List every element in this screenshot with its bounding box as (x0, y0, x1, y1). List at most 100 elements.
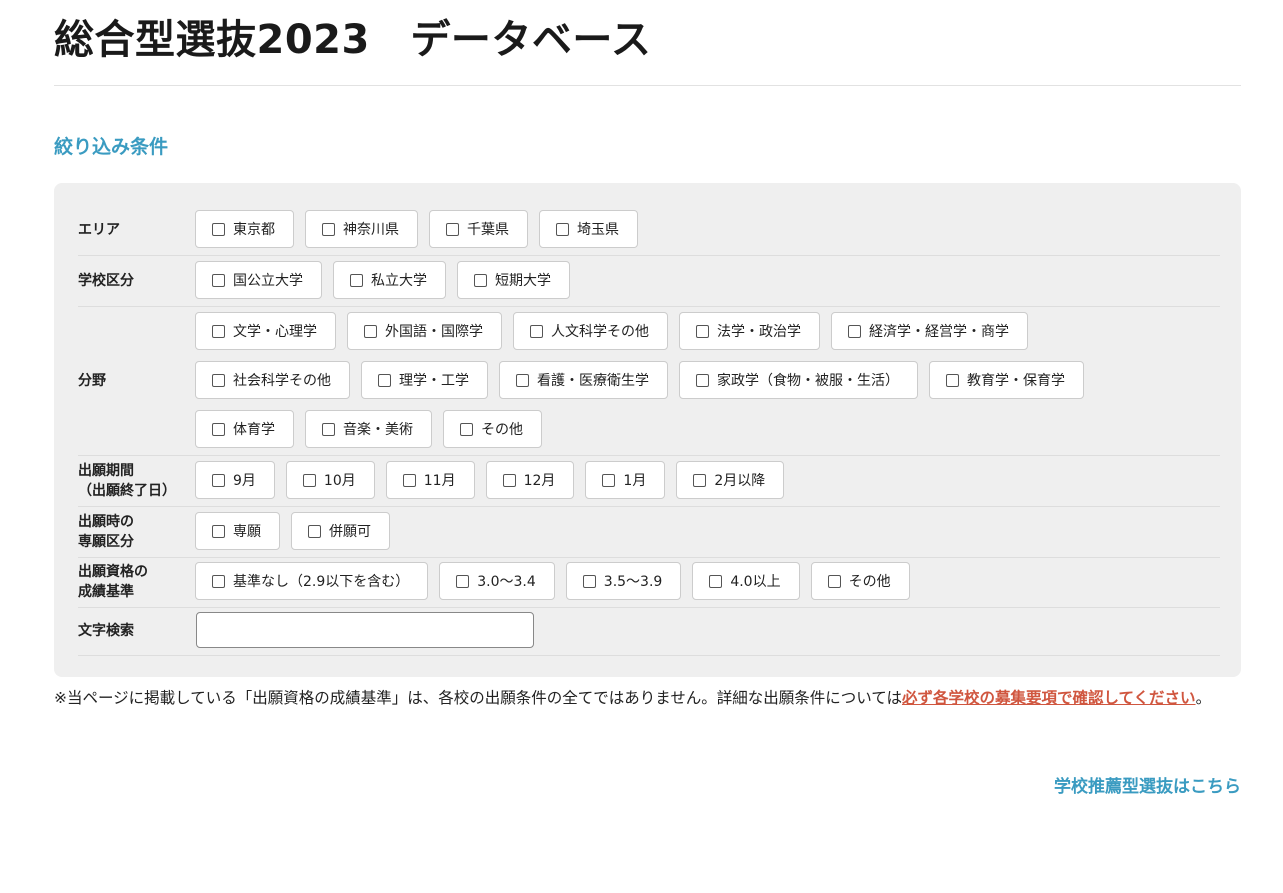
filter-option-line: 専願 併願可 (195, 512, 1220, 550)
page-title: 総合型選抜2023 データベース (54, 17, 652, 63)
checkbox-icon[interactable] (212, 473, 225, 487)
filter-option-label: 9月 (233, 473, 256, 489)
checkbox-icon[interactable] (946, 373, 959, 387)
filter-row-label: エリア (78, 205, 193, 255)
filter-checkbox-option[interactable]: 音楽・美術 (305, 410, 432, 448)
filter-checkbox-option[interactable]: 看護・医療衛生学 (499, 361, 668, 399)
filter-checkbox-option[interactable]: 体育学 (195, 410, 294, 448)
filter-checkbox-option[interactable]: 12月 (485, 461, 575, 499)
school-recommendation-link[interactable]: 学校推薦型選抜はこちら (1054, 772, 1241, 797)
filter-option-label: 経済学・経営学・商学 (869, 324, 1009, 340)
filter-row-label-line: 出願時の (78, 514, 134, 530)
checkbox-icon[interactable] (308, 524, 321, 538)
filter-option-label: 11月 (423, 473, 456, 489)
checkbox-icon[interactable] (696, 324, 709, 338)
filter-row-label: 分野 (78, 307, 193, 455)
filter-option-label: 看護・医療衛生学 (537, 373, 649, 389)
filter-row-label-line: エリア (78, 222, 120, 238)
checkbox-icon[interactable] (827, 574, 841, 588)
checkbox-icon[interactable] (322, 222, 335, 236)
filter-option-label: 千葉県 (467, 222, 509, 238)
filter-checkbox-option[interactable]: 2月以降 (676, 461, 785, 499)
filter-checkbox-option[interactable]: 神奈川県 (305, 210, 418, 248)
filter-row-options: 専願 併願可 (195, 507, 1220, 550)
filter-option-label: 文学・心理学 (233, 324, 317, 340)
checkbox-icon[interactable] (446, 222, 459, 236)
checkbox-icon[interactable] (516, 373, 529, 387)
filter-checkbox-option[interactable]: 教育学・保育学 (929, 361, 1084, 399)
checkbox-icon[interactable] (693, 473, 707, 487)
filter-option-label: 体育学 (233, 422, 275, 438)
checkbox-icon[interactable] (502, 473, 516, 487)
filter-checkbox-option[interactable]: その他 (443, 410, 542, 448)
filter-row-label-line: 出願期間 (78, 463, 134, 479)
checkbox-icon[interactable] (212, 524, 225, 538)
checkbox-icon[interactable] (709, 574, 723, 588)
filter-checkbox-option[interactable]: 短期大学 (457, 261, 570, 299)
checkbox-icon[interactable] (212, 324, 225, 338)
filter-checkbox-option[interactable]: 法学・政治学 (679, 312, 820, 350)
checkbox-icon[interactable] (212, 373, 225, 387)
filter-checkbox-option[interactable]: 理学・工学 (361, 361, 488, 399)
filter-checkbox-option[interactable]: 国公立大学 (195, 261, 322, 299)
checkbox-icon[interactable] (696, 373, 709, 387)
filter-checkbox-option[interactable]: 11月 (385, 461, 475, 499)
filter-row-options: 国公立大学 私立大学 短期大学 (195, 256, 1220, 299)
checkbox-icon[interactable] (364, 324, 377, 338)
checkbox-icon[interactable] (212, 222, 225, 236)
filter-checkbox-option[interactable]: 千葉県 (429, 210, 528, 248)
filter-checkbox-option[interactable]: 3.0〜3.4 (439, 562, 555, 600)
filter-row-label: 出願時の 専願区分 (78, 507, 193, 557)
text-search-input[interactable] (196, 612, 534, 648)
text-search-label-text: 文字検索 (78, 623, 134, 639)
filter-checkbox-option[interactable]: 1月 (585, 461, 666, 499)
filter-row-label-line: （出願終了日） (78, 483, 176, 499)
checkbox-icon[interactable] (556, 222, 569, 236)
filter-checkbox-option[interactable]: その他 (810, 562, 910, 600)
filter-checkbox-option[interactable]: 人文科学その他 (513, 312, 668, 350)
checkbox-icon[interactable] (322, 422, 335, 436)
checkbox-icon[interactable] (530, 324, 543, 338)
filter-checkbox-option[interactable]: 併願可 (291, 512, 390, 550)
checkbox-icon[interactable] (212, 422, 225, 436)
checkbox-icon[interactable] (848, 324, 861, 338)
filter-checkbox-option[interactable]: 専願 (195, 512, 280, 550)
filter-row-label: 出願資格の 成績基準 (78, 557, 193, 607)
title-divider (54, 85, 1241, 86)
notice-emphasis-link[interactable]: 必ず各学校の募集要項で確認してください (902, 689, 1196, 707)
filter-checkbox-option[interactable]: 文学・心理学 (195, 312, 336, 350)
filter-checkbox-option[interactable]: 基準なし（2.9以下を含む） (195, 562, 429, 600)
filter-row-field: 分野 文学・心理学 外国語・国際学 人文科学その他 法学・政治学 経済学・経営学・商学社… (78, 307, 1220, 456)
filter-checkbox-option[interactable]: 埼玉県 (539, 210, 638, 248)
filter-checkbox-option[interactable]: 東京都 (195, 210, 294, 248)
filter-checkbox-option[interactable]: 10月 (285, 461, 375, 499)
checkbox-icon[interactable] (456, 574, 470, 588)
filter-checkbox-option[interactable]: 3.5〜3.9 (565, 562, 682, 600)
checkbox-icon[interactable] (474, 273, 487, 287)
filter-checkbox-option[interactable]: 家政学（食物・被服・生活） (679, 361, 918, 399)
checkbox-icon[interactable] (582, 574, 596, 588)
checkbox-icon[interactable] (350, 273, 363, 287)
checkbox-icon[interactable] (378, 373, 391, 387)
filter-checkbox-option[interactable]: 外国語・国際学 (347, 312, 502, 350)
filter-checkbox-option[interactable]: 9月 (195, 461, 275, 499)
filter-checkbox-option[interactable]: 私立大学 (333, 261, 446, 299)
filter-heading: 絞り込み条件 (54, 136, 169, 158)
checkbox-icon[interactable] (302, 473, 316, 487)
filter-checkbox-option[interactable]: 社会科学その他 (195, 361, 350, 399)
filter-option-label: 私立大学 (371, 273, 427, 289)
checkbox-icon[interactable] (212, 273, 225, 287)
filter-checkbox-option[interactable]: 経済学・経営学・商学 (831, 312, 1028, 350)
filter-checkbox-option[interactable]: 4.0以上 (692, 562, 800, 600)
filter-option-label: 12月 (523, 473, 556, 489)
filter-option-line: 体育学 音楽・美術 その他 (195, 410, 1220, 448)
checkbox-icon[interactable] (212, 574, 225, 588)
filter-option-label: 東京都 (233, 222, 275, 238)
filter-row-label-text: 出願資格の 成績基準 (78, 562, 148, 602)
filter-row-label-line: 成績基準 (78, 584, 134, 600)
filter-option-label: 専願 (233, 524, 261, 540)
filter-row-label-line: 出願資格の (78, 564, 148, 580)
checkbox-icon[interactable] (402, 473, 416, 487)
checkbox-icon[interactable] (460, 422, 473, 436)
checkbox-icon[interactable] (602, 473, 616, 487)
